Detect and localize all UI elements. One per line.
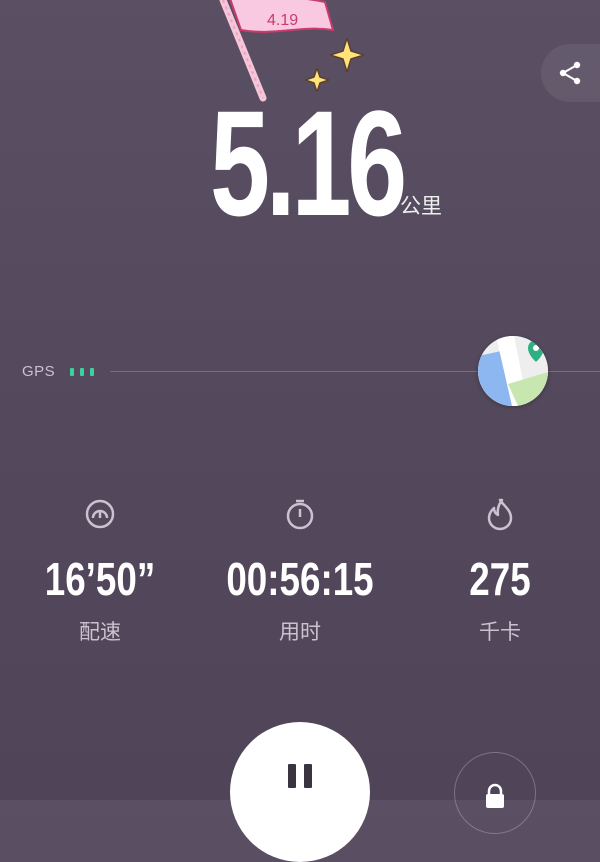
calories-value: 275 — [469, 553, 531, 605]
gps-signal-indicator — [70, 368, 100, 376]
calories-label: 千卡 — [479, 621, 521, 644]
stat-calories: 275 千卡 — [400, 496, 600, 646]
pace-icon — [85, 499, 115, 529]
share-button[interactable] — [541, 44, 600, 102]
flag-text: 4.19 — [267, 12, 298, 29]
distance-unit: 公里 — [400, 195, 442, 218]
duration-value: 00:56:15 — [226, 553, 374, 605]
lock-button[interactable] — [454, 752, 536, 834]
stopwatch-icon — [286, 499, 314, 530]
map-button[interactable] — [478, 336, 548, 406]
pace-label: 配速 — [79, 621, 121, 644]
gps-label: GPS — [22, 363, 56, 380]
map-icon — [478, 336, 548, 406]
sparkle-large-icon — [330, 38, 364, 72]
stat-pace: 16’50” 配速 — [0, 496, 200, 646]
share-icon — [559, 61, 581, 85]
stat-duration: 00:56:15 用时 — [200, 496, 400, 646]
flame-icon — [487, 498, 513, 531]
duration-label: 用时 — [279, 621, 321, 644]
pause-button[interactable] — [230, 722, 370, 862]
pace-value: 16’50” — [44, 553, 156, 605]
distance-value: 5.16 — [210, 79, 407, 247]
lock-icon — [486, 783, 504, 808]
